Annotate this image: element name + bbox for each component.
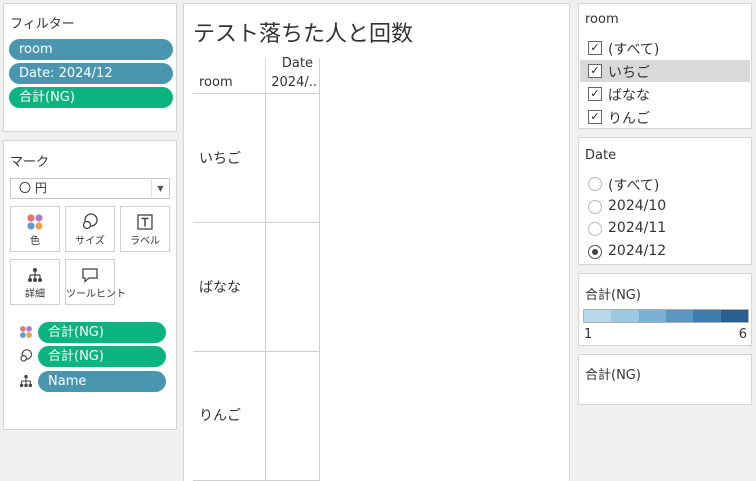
size-card-label: サイズ	[75, 236, 105, 247]
ramp-step	[638, 310, 666, 322]
ramp-step	[693, 310, 721, 322]
ramp-step	[665, 310, 694, 322]
label-card[interactable]: ラベル	[120, 206, 170, 252]
room-option-ringo[interactable]: ✓ りんご	[580, 106, 750, 128]
room-filter-card: room ✓ (すべて) ✓ いちご ✓ ばなな ✓ りんご	[578, 3, 752, 129]
row-divider-1	[193, 222, 319, 223]
color-legend-min: 1	[584, 327, 593, 342]
ramp-step	[611, 310, 639, 322]
color-dots-icon	[11, 212, 59, 232]
color-dots-icon	[18, 324, 34, 340]
room-option-all[interactable]: ✓ (すべて)	[580, 37, 750, 59]
color-card-label: 色	[30, 236, 40, 247]
label-t-icon	[121, 212, 169, 232]
checkbox-checked-icon[interactable]: ✓	[588, 64, 602, 78]
mark-type-label: 〇 円	[19, 181, 47, 195]
filter-pill-room[interactable]: room	[9, 39, 173, 60]
filters-panel: フィルター room Date: 2024/12 合計(NG)	[3, 3, 177, 132]
room-filter-title: room	[585, 12, 619, 27]
row-header-room: room	[199, 75, 233, 90]
detail-card[interactable]: 詳細	[10, 259, 60, 305]
size-legend-title: 合計(NG)	[585, 368, 641, 383]
row-label-ichigo[interactable]: いちご	[199, 148, 241, 168]
size-legend-card: 合計(NG)	[578, 354, 752, 405]
mark-type-dropdown[interactable]: 〇 円 ▼	[10, 178, 170, 199]
color-legend-max: 6	[738, 327, 747, 342]
room-option-banana[interactable]: ✓ ばなな	[580, 83, 750, 105]
tooltip-card[interactable]: ツールヒント	[65, 259, 126, 305]
room-option-label: いちご	[608, 65, 650, 81]
detail-hierarchy-icon	[18, 373, 34, 389]
color-card[interactable]: 色	[10, 206, 60, 252]
room-option-ichigo[interactable]: ✓ いちご	[580, 60, 750, 82]
row-label-banana[interactable]: ばなな	[199, 277, 241, 297]
filter-pill-ng[interactable]: 合計(NG)	[9, 87, 173, 108]
checkbox-checked-icon[interactable]: ✓	[588, 87, 602, 101]
view-title: テスト落ちた人と回数	[193, 22, 414, 47]
row-divider-2	[193, 351, 319, 352]
row-label-ringo[interactable]: りんご	[199, 405, 241, 425]
date-option-2024-12[interactable]: 2024/12	[580, 241, 750, 263]
col-header-date: Date	[281, 56, 313, 71]
marks-title: マーク	[10, 155, 50, 170]
date-option-label: 2024/11	[608, 220, 667, 236]
size-icon	[66, 212, 114, 232]
view-area: テスト落ちた人と回数 room Date 2024/.. いちご ばなな りんご	[183, 3, 570, 481]
ramp-step	[584, 310, 612, 322]
room-option-label: ばなな	[608, 88, 650, 104]
mark-field-size-ng[interactable]: 合計(NG)	[38, 346, 166, 367]
date-option-label: (すべて)	[608, 178, 660, 194]
color-legend-title: 合計(NG)	[585, 288, 641, 303]
col-header-date-value: 2024/..	[271, 75, 317, 90]
color-legend-card: 合計(NG) 1 6	[578, 273, 752, 346]
tooltip-bubble-icon	[66, 265, 114, 285]
date-option-label: 2024/12	[608, 243, 667, 259]
detail-card-label: 詳細	[25, 289, 45, 300]
color-ramp	[583, 309, 749, 323]
date-filter-title: Date	[585, 148, 617, 163]
col-left-line	[265, 93, 266, 481]
col-right-line	[319, 58, 320, 481]
ramp-step	[720, 310, 748, 322]
size-card[interactable]: サイズ	[65, 206, 115, 252]
detail-hierarchy-icon	[11, 265, 59, 285]
radio-icon[interactable]	[588, 177, 602, 191]
date-option-2024-10[interactable]: 2024/10	[580, 196, 750, 218]
date-option-2024-11[interactable]: 2024/11	[580, 218, 750, 240]
chevron-down-icon[interactable]: ▼	[151, 179, 169, 198]
filter-pill-date[interactable]: Date: 2024/12	[9, 63, 173, 84]
label-card-label: ラベル	[130, 236, 160, 247]
radio-icon[interactable]	[588, 200, 602, 214]
date-option-label: 2024/10	[608, 198, 667, 214]
header-bottom-line	[193, 93, 319, 94]
room-option-label: りんご	[608, 111, 650, 127]
room-option-label: (すべて)	[608, 42, 660, 58]
mark-field-color-ng[interactable]: 合計(NG)	[38, 322, 166, 343]
filters-title: フィルター	[10, 17, 75, 32]
radio-icon[interactable]	[588, 222, 602, 236]
date-option-all[interactable]: (すべて)	[580, 173, 750, 195]
mark-field-detail-name[interactable]: Name	[38, 371, 166, 392]
tooltip-card-label: ツールヒント	[66, 289, 126, 300]
checkbox-checked-icon[interactable]: ✓	[588, 110, 602, 124]
radio-selected-icon[interactable]	[588, 245, 602, 259]
checkbox-checked-icon[interactable]: ✓	[588, 41, 602, 55]
size-icon	[18, 348, 34, 364]
date-filter-card: Date (すべて) 2024/10 2024/11 2024/12	[578, 137, 752, 265]
